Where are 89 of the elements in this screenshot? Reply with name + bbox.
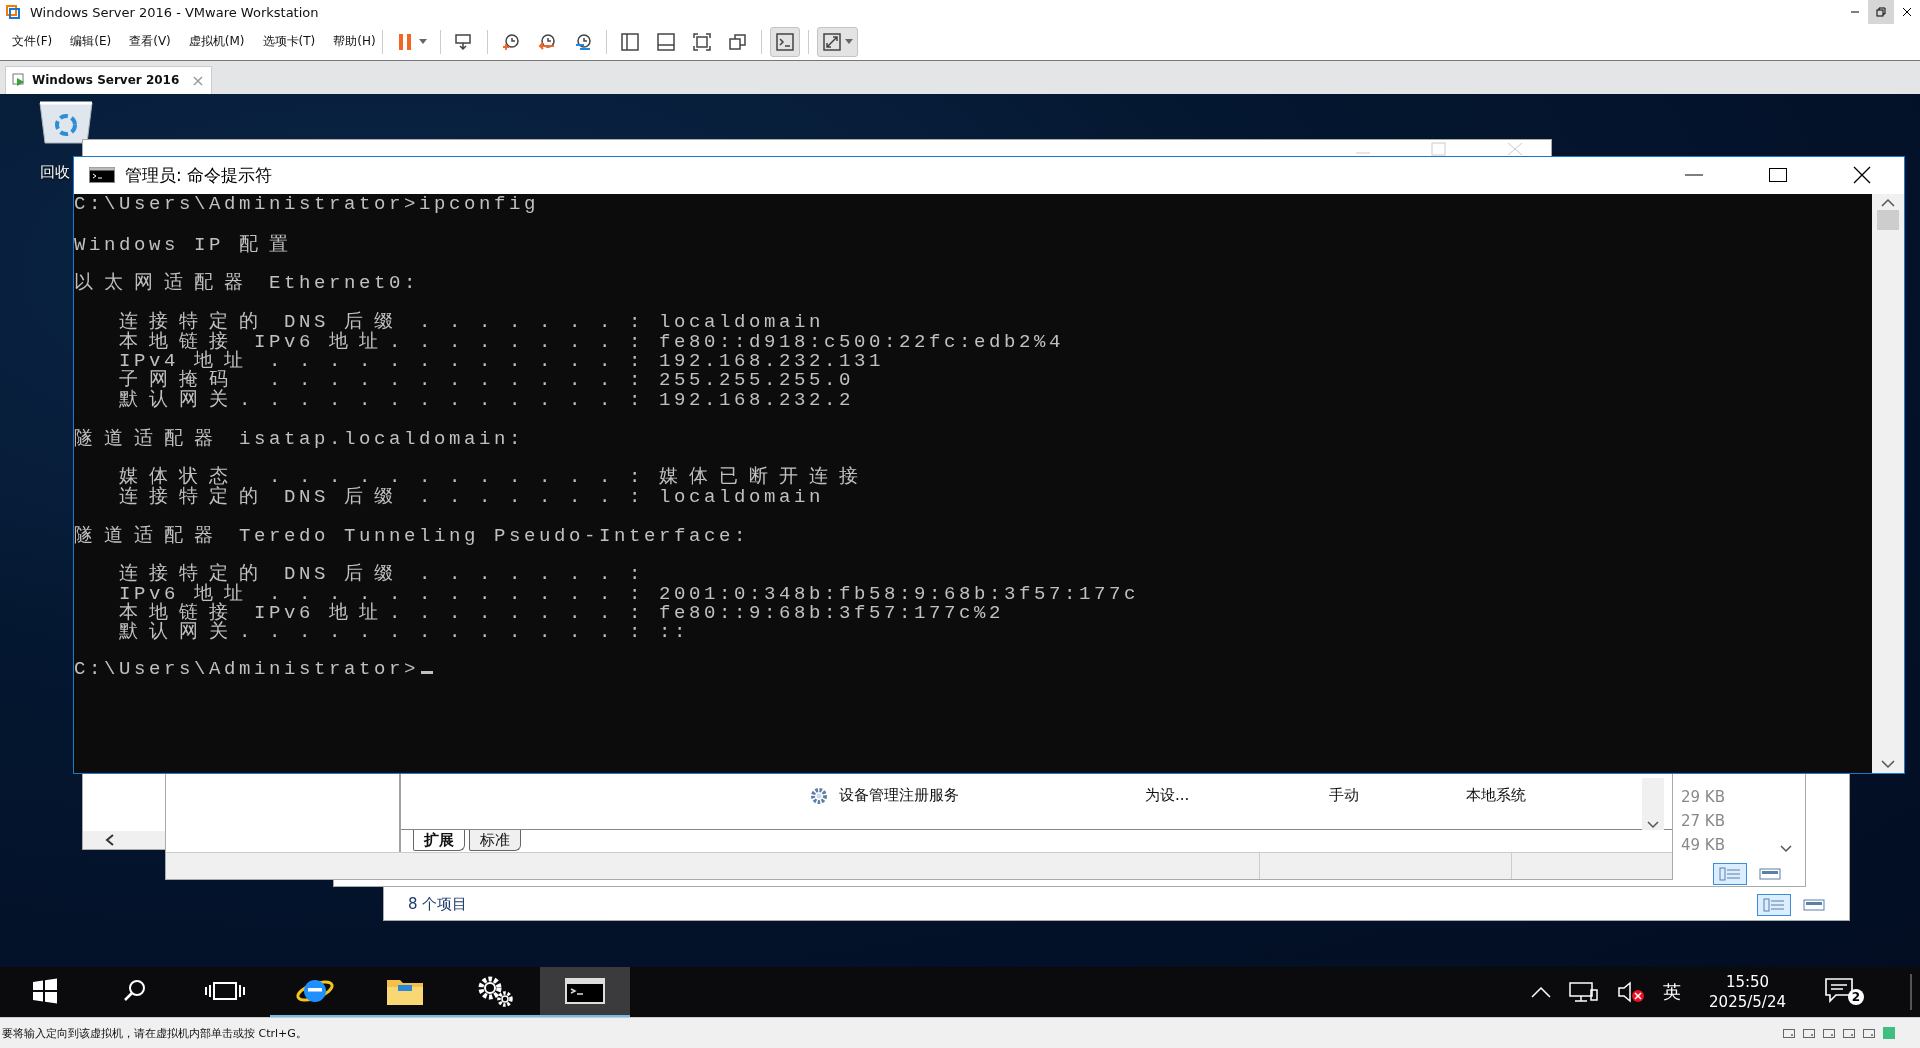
menu-item[interactable]: 虚拟机(M) <box>182 33 251 51</box>
details-view-icon <box>1719 866 1741 881</box>
fit-icon <box>691 31 712 52</box>
app-logo-icon <box>6 5 20 19</box>
close-icon <box>1902 7 1912 17</box>
send-keys-icon <box>453 31 474 52</box>
running-vm-icon <box>12 73 26 88</box>
console-line: 子网掩码 . . . . . . . . . . . . : 255.255.255.0 <box>118 369 856 389</box>
status-hint: 要将输入定向到该虚拟机，请在虚拟机内部单击或按 Ctrl+G。 <box>1 1025 308 1041</box>
unity-icon <box>727 31 748 52</box>
console-line: Windows IP 配置 <box>74 233 301 254</box>
stretch-icon <box>821 31 842 52</box>
restore-button[interactable] <box>1868 0 1894 24</box>
scrollbar[interactable] <box>83 830 165 849</box>
console-line: 默认网关. . . . . . . . . . . . . : 192.168.232.2 <box>118 388 856 409</box>
thumbnails-icon <box>655 31 676 52</box>
file-size: 29 KB <box>1681 787 1725 808</box>
details-view-button[interactable] <box>1757 893 1791 916</box>
cd-drive-icon[interactable] <box>1802 1026 1816 1040</box>
scroll-up-icon[interactable] <box>1881 197 1895 208</box>
console-line: 隧道适配器 isatap.localdomain: <box>74 427 526 447</box>
scroll-left-icon[interactable] <box>105 833 115 846</box>
restore-icon <box>1876 7 1886 17</box>
scrollbar-thumb[interactable] <box>1877 209 1899 230</box>
window-title: 管理员: 命令提示符 <box>125 163 274 187</box>
menu-item[interactable]: 查看(V) <box>123 33 177 51</box>
console-line: IPv6 地址 . . . . . . . . . . . . : 2001:0:348b:fb58:9:68b:3f57:177c <box>118 582 1141 603</box>
console-line: 本地链接 IPv6 地址. . . . . . . . : fe80::9:68b:3f57:177c%2 <box>118 602 1006 622</box>
file-size: 49 KB <box>1681 835 1725 856</box>
vm-tab[interactable]: Windows Server 2016 × <box>5 65 212 94</box>
menu-item[interactable]: 文件(F) <box>6 33 59 51</box>
item-count: 8 个项目 <box>408 895 469 915</box>
chevron-up-icon[interactable] <box>1531 986 1552 999</box>
console-line: 隧道适配器 Teredo Tunneling Pseudo-Interface: <box>74 524 751 544</box>
service-startup: 手动 <box>1329 786 1360 806</box>
console-icon <box>774 31 795 52</box>
task-view-icon <box>205 980 245 1003</box>
console-line: 媒体状态 . . . . . . . . . . . . : 媒体已断开连接 <box>118 466 871 486</box>
scrollbar[interactable] <box>1872 193 1904 773</box>
network-adapter-icon[interactable] <box>1822 1026 1836 1040</box>
caret-icon <box>844 39 853 45</box>
console-line: 以太网适配器 Ethernet0: <box>74 272 421 292</box>
close-icon <box>1853 166 1871 185</box>
desktop-icon-label: 回收 <box>40 162 70 182</box>
console-line: IPv4 地址 . . . . . . . . . . . . : 192.168.232.131 <box>118 350 886 370</box>
stretch-button[interactable] <box>816 26 858 57</box>
sound-icon[interactable] <box>1862 1026 1876 1040</box>
input-method-indicator[interactable]: 英 <box>1663 980 1682 1005</box>
console-line: 连接特定的 DNS 后缀 . . . . . . . : <box>118 563 646 583</box>
window-title: Windows Server 2016 - VMware Workstation <box>30 4 320 20</box>
volume-muted-icon[interactable] <box>1617 981 1646 1004</box>
tab-label: Windows Server 2016 <box>32 73 180 88</box>
console-line: 默认网关. . . . . . . . . . . . . : :: <box>118 621 691 641</box>
maximize-icon <box>1769 168 1787 183</box>
service-name: 设备管理注册服务 <box>839 786 960 806</box>
console-button[interactable] <box>769 26 800 57</box>
console-line: C:\Users\Administrator> <box>74 660 1872 680</box>
scroll-down-icon[interactable] <box>1881 758 1895 769</box>
details-view-icon <box>1763 897 1785 912</box>
menu-item[interactable]: 选项卡(T) <box>256 33 322 51</box>
console-line: C:\Users\Administrator>ipconfig <box>74 194 541 215</box>
details-view-button[interactable] <box>1713 862 1747 885</box>
terminal-icon <box>89 167 115 184</box>
preview-view-icon <box>1803 897 1825 912</box>
snapshot-icon <box>500 31 521 52</box>
view-tab[interactable]: 标准 <box>469 829 521 851</box>
view-tab[interactable]: 扩展 <box>413 829 465 851</box>
clock[interactable]: 15:50 2025/5/24 <box>1709 972 1786 1013</box>
network-icon[interactable] <box>1569 981 1600 1004</box>
service-description: 为设... <box>1145 786 1191 806</box>
windows-logo-icon <box>32 978 58 1005</box>
preview-view-icon <box>1759 866 1781 881</box>
console-line: 连接特定的 DNS 后缀 . . . . . . . : localdomain <box>118 485 825 506</box>
revert-icon <box>536 31 557 52</box>
printer-icon[interactable] <box>1842 1026 1856 1040</box>
service-logon: 本地系统 <box>1466 786 1527 806</box>
maximize-icon[interactable] <box>1431 142 1447 157</box>
file-size: 27 KB <box>1681 811 1725 832</box>
menu-item[interactable]: 编辑(E) <box>64 33 118 51</box>
minimize-icon <box>1685 174 1703 177</box>
taskbar-button[interactable] <box>540 967 630 1018</box>
sidebar-icon <box>619 31 640 52</box>
close-icon[interactable] <box>1507 142 1523 157</box>
terminal-icon <box>565 978 605 1005</box>
console-line: 连接特定的 DNS 后缀 . . . . . . . : localdomain <box>118 311 826 331</box>
console-line: 本地链接 IPv6 地址. . . . . . . . : fe80::d918:c500:22fc:edb2%4 <box>118 330 1066 350</box>
scrollbar[interactable] <box>1642 777 1664 830</box>
menu-item[interactable]: 帮助(H) <box>327 33 382 51</box>
caret-icon <box>418 39 427 45</box>
